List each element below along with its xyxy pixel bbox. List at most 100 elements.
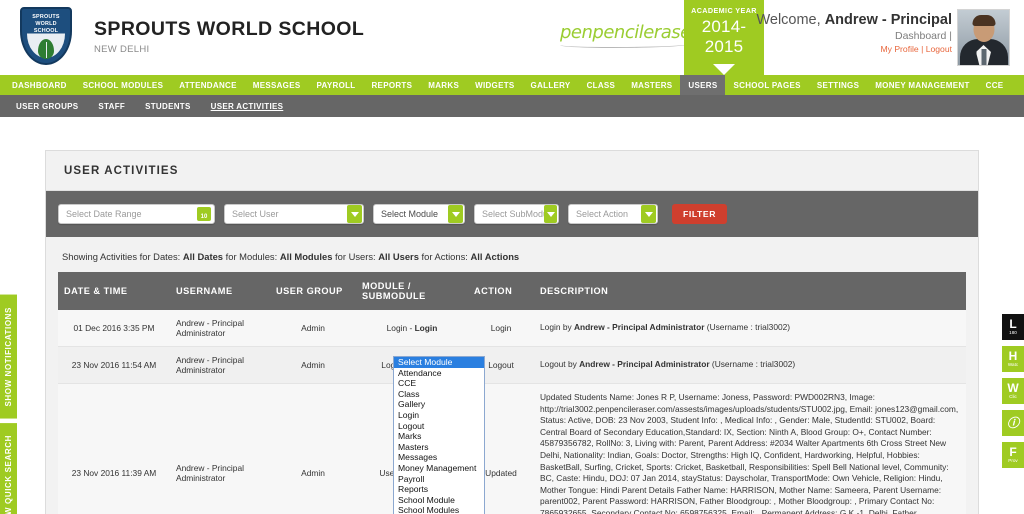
welcome-username: Andrew - Principal [824, 12, 952, 28]
welcome-prefix: Welcome, [756, 12, 825, 28]
social-widget-glyph: ⓘ [1006, 416, 1019, 430]
sub-navigation: USER GROUPS STAFF STUDENTS USER ACTIVITIES [0, 95, 1024, 117]
filter-bar: Select Date Range 10 Select User Select … [46, 191, 978, 237]
module-option-school-module[interactable]: School Module [394, 495, 484, 506]
academic-year-value: 2014-2015 [701, 17, 747, 56]
nav-item-money-management[interactable]: MONEY MANAGEMENT [867, 75, 977, 95]
module-select-value: Select Module [381, 209, 439, 219]
subnav-item-user-groups[interactable]: USER GROUPS [6, 95, 88, 117]
submodule-select[interactable]: Select SubModule [474, 204, 559, 224]
left-side-tabs: SHOW NOTIFICATIONS SHOW QUICK SEARCH [0, 295, 18, 514]
table-body: 01 Dec 2016 3:35 PM Andrew - Principal Ad… [58, 310, 966, 514]
account-links: My Profile | Logout [756, 44, 952, 54]
nav-item-dashboard[interactable]: DASHBOARD [4, 75, 75, 95]
school-logo: SPROUTS WORLD SCHOOL [12, 5, 82, 67]
module-dropdown-list[interactable]: Select Module Attendance CCE Class Gallery Lo… [393, 356, 485, 514]
nav-item-messages[interactable]: MESSAGES [245, 75, 309, 95]
main-navigation: DASHBOARD SCHOOL MODULES ATTENDANCE MESSAGE… [0, 75, 1024, 95]
chevron-down-icon[interactable] [641, 205, 656, 223]
filter-button[interactable]: FILTER [672, 204, 728, 224]
action-select[interactable]: Select Action [568, 204, 658, 224]
user-welcome-block: Welcome, Andrew - Principal Dashboard | … [756, 12, 952, 54]
cell-description-text: Updated Students Name: Jones R P, Userna… [540, 392, 959, 514]
module-option-login[interactable]: Login [394, 410, 484, 421]
cell-description: Login by Andrew - Principal Administrato… [534, 310, 966, 347]
module-option-select-module[interactable]: Select Module [394, 357, 484, 368]
module-option-messages[interactable]: Messages [394, 452, 484, 463]
module-option-marks[interactable]: Marks [394, 431, 484, 442]
subnav-item-staff[interactable]: STAFF [88, 95, 135, 117]
chevron-down-icon[interactable] [347, 205, 362, 223]
module-option-gallery[interactable]: Gallery [394, 399, 484, 410]
nav-item-payroll[interactable]: PAYROLL [308, 75, 363, 95]
cell-description-suffix: (Username : trial3002) [709, 359, 796, 370]
right-widget-rail: L 180 H Watc W Clic ⓘ F Prov [1002, 314, 1024, 468]
action-select-value: Select Action [576, 209, 629, 219]
dashboard-link[interactable]: Dashboard | [756, 30, 952, 42]
cell-description-prefix: Logout by [540, 359, 580, 370]
page-header: SPROUTS WORLD SCHOOL SPROUTS WORLD SCHOO… [0, 0, 1024, 75]
date-range-input[interactable]: Select Date Range 10 [58, 204, 215, 224]
social-widget-3[interactable]: ⓘ [1002, 410, 1024, 436]
social-widget-2[interactable]: W Clic [1002, 378, 1024, 404]
module-option-school-modules[interactable]: School Modules [394, 505, 484, 514]
social-widget-4[interactable]: F Prov [1002, 442, 1024, 468]
cell-datetime: 23 Nov 2016 11:39 AM [58, 383, 170, 514]
show-notifications-tab[interactable]: SHOW NOTIFICATIONS [0, 295, 17, 419]
nav-item-school-modules[interactable]: SCHOOL MODULES [75, 75, 172, 95]
app-page: SPROUTS WORLD SCHOOL SPROUTS WORLD SCHOO… [0, 0, 1024, 514]
social-widget-0[interactable]: L 180 [1002, 314, 1024, 340]
nav-item-attendance[interactable]: ATTENDANCE [171, 75, 245, 95]
module-option-money-management[interactable]: Money Management [394, 463, 484, 474]
chevron-down-icon[interactable] [713, 64, 735, 75]
logo-line-3: SCHOOL [33, 28, 59, 34]
my-profile-link[interactable]: My Profile [880, 44, 918, 54]
nav-item-class[interactable]: CLASS [579, 75, 624, 95]
cell-description-prefix: Login by [540, 322, 574, 333]
module-option-class[interactable]: Class [394, 389, 484, 400]
nav-item-users[interactable]: USERS [680, 75, 726, 95]
academic-year-selector[interactable]: ACADEMIC YEAR 2014-2015 [684, 0, 764, 75]
nav-item-masters[interactable]: MASTERS [623, 75, 680, 95]
module-option-logout[interactable]: Logout [394, 421, 484, 432]
social-widget-1[interactable]: H Watc [1002, 346, 1024, 372]
nav-item-settings[interactable]: SETTINGS [809, 75, 867, 95]
cell-description-user: Andrew - Principal Administrator [579, 359, 710, 370]
social-widget-glyph: L [1009, 317, 1017, 331]
cell-description-suffix: (Username : trial3002) [704, 322, 791, 333]
table-row: 23 Nov 2016 11:39 AM Andrew - Principal A… [58, 383, 966, 514]
calendar-icon[interactable]: 10 [197, 207, 211, 221]
cell-usergroup: Admin [270, 383, 356, 514]
nav-item-cce[interactable]: CCE [978, 75, 1012, 95]
subnav-item-students[interactable]: STUDENTS [135, 95, 201, 117]
nav-item-reports[interactable]: REPORTS [363, 75, 420, 95]
col-usergroup: USER GROUP [270, 272, 356, 310]
chevron-down-icon[interactable] [448, 205, 463, 223]
module-option-payroll[interactable]: Payroll [394, 474, 484, 485]
nav-item-widgets[interactable]: WIDGETS [467, 75, 522, 95]
user-activities-table: DATE & TIME USERNAME USER GROUP MODULE /… [58, 272, 966, 514]
show-quick-search-tab[interactable]: SHOW QUICK SEARCH [0, 422, 17, 514]
chevron-down-icon[interactable] [544, 205, 557, 223]
user-select[interactable]: Select User [224, 204, 364, 224]
social-widget-sub: Watc [1007, 362, 1019, 367]
module-option-reports[interactable]: Reports [394, 484, 484, 495]
nav-item-marks[interactable]: MARKS [420, 75, 467, 95]
module-option-cce[interactable]: CCE [394, 378, 484, 389]
cell-module: Login - Login [356, 310, 468, 347]
showing-mid1: for Modules: [223, 251, 280, 262]
nav-item-gallery[interactable]: GALLERY [523, 75, 579, 95]
subnav-item-user-activities[interactable]: USER ACTIVITIES [201, 95, 294, 117]
penpencileraser-logo: ✎ penpencileraser [560, 3, 700, 48]
table-header: DATE & TIME USERNAME USER GROUP MODULE /… [58, 272, 966, 310]
table-row: 01 Dec 2016 3:35 PM Andrew - Principal Ad… [58, 310, 966, 347]
module-select[interactable]: Select Module [373, 204, 465, 224]
nav-item-school-pages[interactable]: SCHOOL PAGES [725, 75, 808, 95]
module-option-attendance[interactable]: Attendance [394, 368, 484, 379]
showing-users: All Users [378, 251, 419, 262]
module-option-masters[interactable]: Masters [394, 442, 484, 453]
logout-link[interactable]: Logout [926, 44, 952, 54]
avatar[interactable] [957, 9, 1010, 66]
col-module-line2: SUBMODULE [362, 291, 426, 301]
cell-datetime: 01 Dec 2016 3:35 PM [58, 310, 170, 347]
